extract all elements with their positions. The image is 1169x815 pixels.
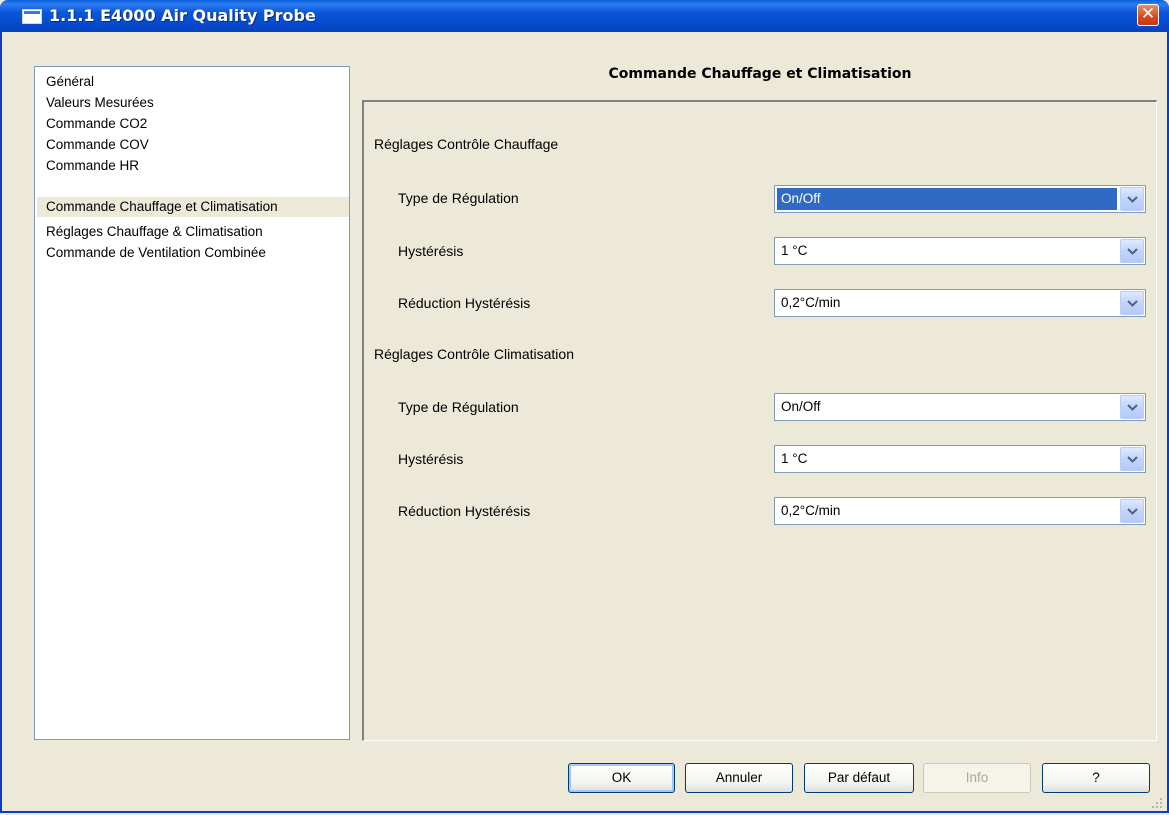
heating-regulation-type-value: On/Off xyxy=(777,188,1117,210)
nav-item-general[interactable]: Général xyxy=(46,72,94,92)
chevron-down-icon[interactable] xyxy=(1120,447,1144,471)
page-title: Commande Chauffage et Climatisation xyxy=(608,66,912,82)
cooling-hysteresis-value: 1 °C xyxy=(781,451,808,466)
resize-grip-icon[interactable] xyxy=(1151,797,1163,809)
cooling-group-label: Réglages Contrôle Climatisation xyxy=(374,346,574,362)
window-icon xyxy=(22,9,42,24)
heating-regulation-type-select[interactable]: On/Off xyxy=(774,185,1146,213)
heating-hysteresis-reduction-select[interactable]: 0,2°C/min xyxy=(774,289,1146,317)
cooling-hysteresis-reduction-select[interactable]: 0,2°C/min xyxy=(774,497,1146,525)
chevron-down-icon[interactable] xyxy=(1120,187,1144,211)
heating-hysteresis-reduction-label: Réduction Hystérésis xyxy=(398,295,531,311)
heating-hysteresis-reduction-value: 0,2°C/min xyxy=(781,295,841,310)
chevron-down-icon[interactable] xyxy=(1120,395,1144,419)
nav-item-cov-control[interactable]: Commande COV xyxy=(46,135,149,155)
cooling-hysteresis-reduction-value: 0,2°C/min xyxy=(781,503,841,518)
nav-item-co2-control[interactable]: Commande CO2 xyxy=(46,114,147,134)
help-button[interactable]: ? xyxy=(1042,763,1150,793)
title-bar[interactable]: 1.1.1 E4000 Air Quality Probe ✕ xyxy=(0,0,1169,32)
heating-hysteresis-value: 1 °C xyxy=(781,243,808,258)
heating-hysteresis-label: Hystérésis xyxy=(398,243,464,259)
window-title: 1.1.1 E4000 Air Quality Probe xyxy=(49,6,316,25)
cooling-regulation-type-label: Type de Régulation xyxy=(398,399,519,415)
info-button[interactable]: Info xyxy=(923,763,1031,793)
category-list[interactable]: Général Valeurs Mesurées Commande CO2 Co… xyxy=(34,66,350,740)
chevron-down-icon[interactable] xyxy=(1120,239,1144,263)
nav-item-combined-ventilation[interactable]: Commande de Ventilation Combinée xyxy=(46,243,266,263)
chevron-down-icon[interactable] xyxy=(1120,291,1144,315)
nav-item-hr-control[interactable]: Commande HR xyxy=(46,156,139,176)
cooling-hysteresis-reduction-label: Réduction Hystérésis xyxy=(398,503,531,519)
heating-hysteresis-select[interactable]: 1 °C xyxy=(774,237,1146,265)
close-button[interactable]: ✕ xyxy=(1137,4,1159,26)
cooling-regulation-type-select[interactable]: On/Off xyxy=(774,393,1146,421)
nav-item-heating-cooling-settings[interactable]: Réglages Chauffage & Climatisation xyxy=(46,222,263,242)
ok-button[interactable]: OK xyxy=(568,763,675,793)
chevron-down-icon[interactable] xyxy=(1120,499,1144,523)
restore-defaults-button[interactable]: Par défaut xyxy=(804,763,914,793)
cancel-button[interactable]: Annuler xyxy=(685,763,793,793)
heating-group-label: Réglages Contrôle Chauffage xyxy=(374,136,559,152)
nav-item-heating-cooling-control[interactable]: Commande Chauffage et Climatisation xyxy=(37,197,349,217)
cooling-hysteresis-select[interactable]: 1 °C xyxy=(774,445,1146,473)
cooling-regulation-type-value: On/Off xyxy=(781,399,821,414)
heating-regulation-type-label: Type de Régulation xyxy=(398,190,519,206)
nav-item-measured-values[interactable]: Valeurs Mesurées xyxy=(46,93,154,113)
cooling-hysteresis-label: Hystérésis xyxy=(398,451,464,467)
